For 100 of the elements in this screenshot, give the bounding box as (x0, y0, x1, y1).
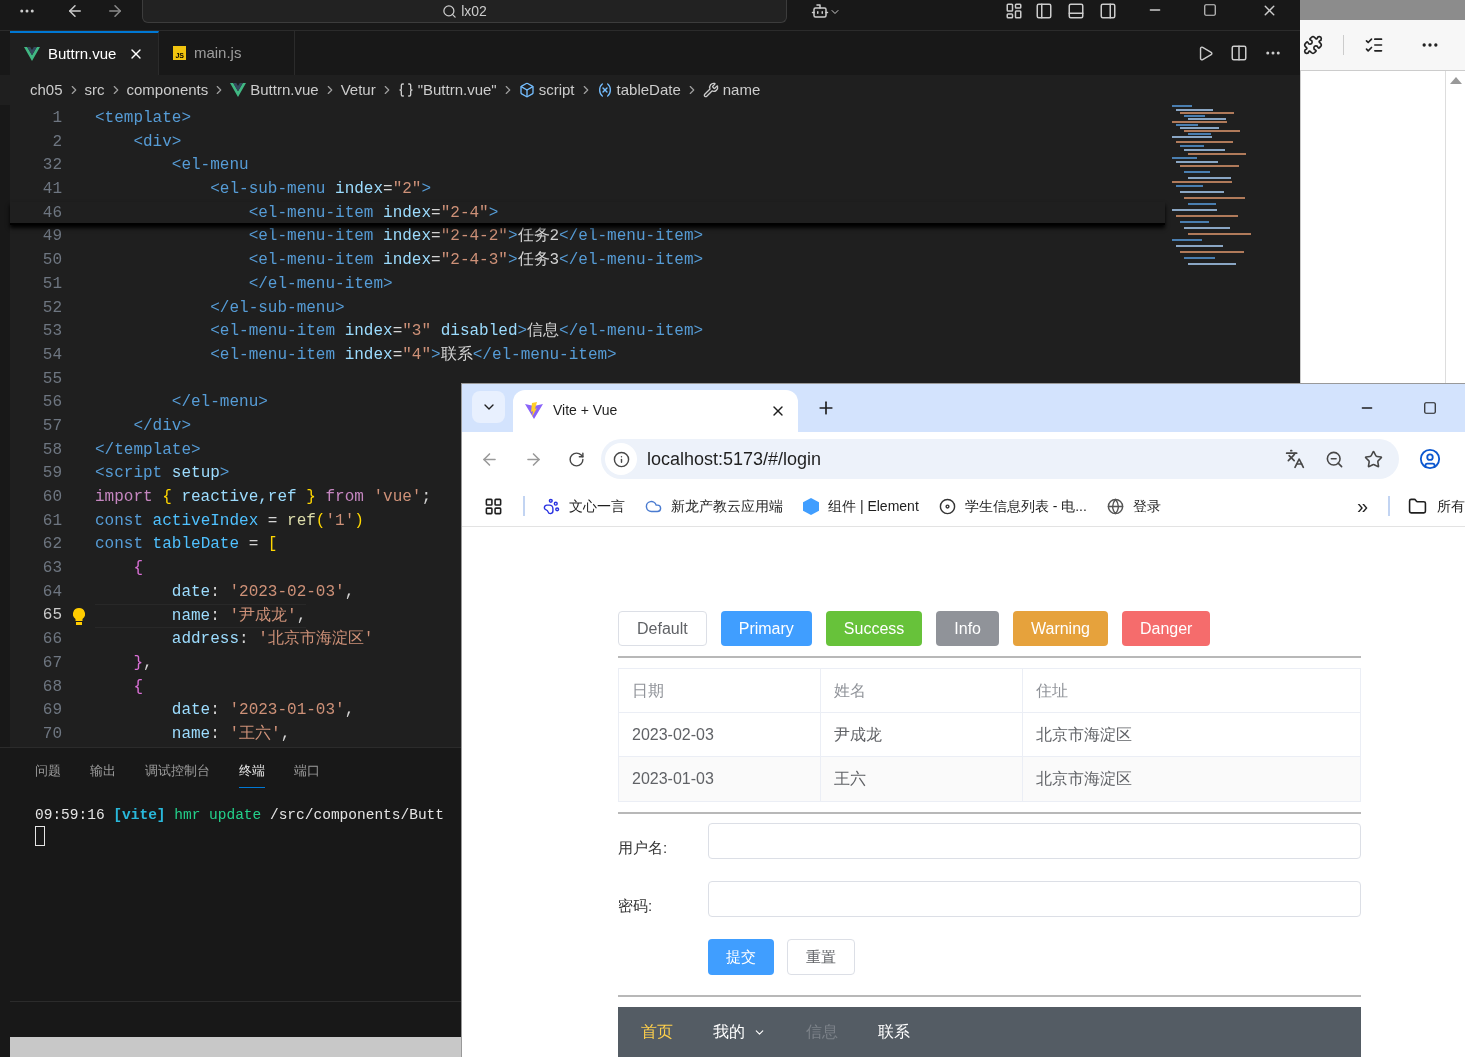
bookmark-item[interactable]: 学生信息列表 - 电... (938, 495, 1087, 517)
extensions-icon[interactable] (1303, 35, 1323, 55)
line-number: 41 (41, 179, 62, 201)
nav-menu-item[interactable]: 我的 (713, 1020, 766, 1044)
command-search-field[interactable]: lx02 (142, 0, 787, 23)
code-line: <el-menu-item index="2-4-3">任务3</el-menu-item> (247, 250, 704, 272)
breadcrumb-item[interactable]: script (538, 78, 575, 102)
code-line: </el-menu-item> (247, 273, 393, 295)
tab-label: Buttrn.vue (48, 43, 117, 64)
panel-bottom-icon[interactable] (1067, 2, 1085, 20)
reload-icon[interactable] (568, 450, 585, 468)
bookmark-item[interactable]: 文心一言 (543, 495, 625, 517)
table-cell-text: 2023-02-03 (632, 724, 714, 745)
back-icon[interactable] (66, 2, 84, 20)
line-number: 60 (41, 487, 62, 508)
panel-tab[interactable]: 终端 (239, 761, 265, 788)
bookmark-item[interactable]: 登录 (1106, 495, 1161, 517)
breadcrumb-item[interactable]: Buttrn.vue (250, 78, 319, 102)
panel-left-icon[interactable] (1035, 2, 1053, 20)
translate-icon[interactable] (1285, 449, 1305, 470)
bookmark-item[interactable]: 组件 | Element (803, 495, 919, 517)
line-number: 2 (51, 131, 62, 153)
scroll-up-icon[interactable] (1449, 77, 1462, 84)
braces-icon (397, 82, 414, 98)
field-label: 密码: (618, 895, 654, 916)
tab-search-button[interactable] (472, 391, 505, 423)
apps-icon[interactable] (484, 496, 503, 516)
line-number: 70 (41, 723, 62, 745)
robot-icon[interactable] (811, 2, 829, 20)
code-line: { (132, 676, 143, 698)
panel-right-icon[interactable] (1099, 2, 1117, 20)
bookmark-label: 学生信息列表 - 电... (964, 496, 1087, 516)
line-number: 50 (41, 250, 62, 272)
split-editor-icon[interactable] (1230, 44, 1248, 62)
code-line: <el-menu-item index="2-4-2">任务2</el-menu-item> (247, 226, 704, 248)
panel-tab[interactable]: 端口 (294, 761, 320, 788)
code-line: name: '尹成龙', (95, 604, 307, 629)
search-icon (442, 3, 458, 19)
vite-logo-icon (525, 402, 543, 420)
bookmark-item[interactable]: 新龙产教云应用端 (645, 495, 783, 517)
bookmark-label: 新龙产教云应用端 (671, 496, 783, 516)
forward-icon[interactable] (106, 2, 124, 20)
folder-label: 所有 (1437, 496, 1465, 516)
text-input-field[interactable] (708, 823, 1361, 859)
line-number: 49 (41, 226, 62, 248)
bookmark-folder[interactable]: 所有 (1408, 495, 1465, 517)
maximize-icon[interactable] (1423, 401, 1437, 415)
panel-tab[interactable]: 输出 (90, 761, 116, 788)
nav-menu-item[interactable]: 首页 (641, 1020, 673, 1044)
layout-icon[interactable] (1005, 2, 1023, 20)
line-number: 54 (41, 344, 62, 366)
table-cell-text: 尹成龙 (834, 724, 882, 745)
scrollbar[interactable] (1445, 71, 1465, 383)
line-number: 59 (41, 463, 62, 485)
line-number: 66 (41, 629, 62, 651)
table-cell-text: 王六 (834, 769, 866, 789)
browser-tab[interactable]: Vite + Vue (513, 390, 798, 432)
search-text: lx02 (461, 1, 487, 21)
globe-icon (1106, 497, 1124, 515)
breadcrumb-item[interactable]: tableDate (616, 78, 681, 102)
run-icon[interactable] (1197, 44, 1214, 62)
address-bar[interactable]: localhost:5173/#/login (601, 439, 1399, 480)
breadcrumb-item[interactable]: components (126, 78, 209, 102)
panel-tab[interactable]: 问题 (35, 761, 61, 788)
lightbulb-icon[interactable] (72, 607, 85, 625)
code-line: <el-menu-item index="4">联系</el-menu-item> (209, 344, 617, 366)
column-header: 住址 (1036, 680, 1068, 701)
nav-menu-item[interactable]: 联系 (878, 1020, 910, 1044)
breadcrumb-item[interactable]: name (722, 78, 761, 102)
zoom-icon[interactable] (1325, 449, 1344, 469)
line-number: 58 (41, 439, 62, 461)
demo-button[interactable]: Default (618, 611, 707, 646)
panel-tab[interactable]: 调试控制台 (145, 761, 210, 788)
code-line: <template> (95, 108, 191, 129)
line-number: 55 (41, 368, 62, 390)
field-label: 用户名: (618, 837, 669, 858)
disc-icon (938, 497, 956, 515)
code-line: address: '北京市海淀区' (170, 628, 374, 651)
code-line: </el-menu> (170, 392, 268, 414)
star-icon[interactable] (1364, 449, 1383, 469)
folder-icon (1408, 496, 1427, 516)
line-number: 46 (41, 202, 62, 224)
editor-tab[interactable]: Buttrn.vue (10, 31, 160, 75)
breadcrumb-item[interactable]: "Buttrn.vue" (417, 78, 497, 102)
breadcrumb-item[interactable]: ch05 (30, 78, 63, 102)
bookmark-label: 组件 | Element (828, 496, 919, 516)
site-info-icon[interactable] (612, 450, 630, 468)
profile-icon[interactable] (1419, 448, 1441, 471)
text-input-field[interactable] (708, 881, 1361, 917)
form-button[interactable]: 重置 (787, 939, 855, 975)
favorites-icon[interactable] (1364, 35, 1384, 55)
more-bookmarks-button[interactable]: » (1356, 491, 1368, 522)
line-number: 53 (41, 321, 62, 343)
column-header: 日期 (632, 680, 664, 701)
variable-icon (596, 82, 613, 98)
code-line: name: '王六', (170, 723, 291, 745)
breadcrumb-item[interactable]: Vetur (340, 78, 376, 102)
code-line: <el-menu (170, 155, 249, 177)
code-line: date: '2023-02-03', (170, 581, 355, 603)
breadcrumb-item[interactable]: src (84, 78, 105, 102)
